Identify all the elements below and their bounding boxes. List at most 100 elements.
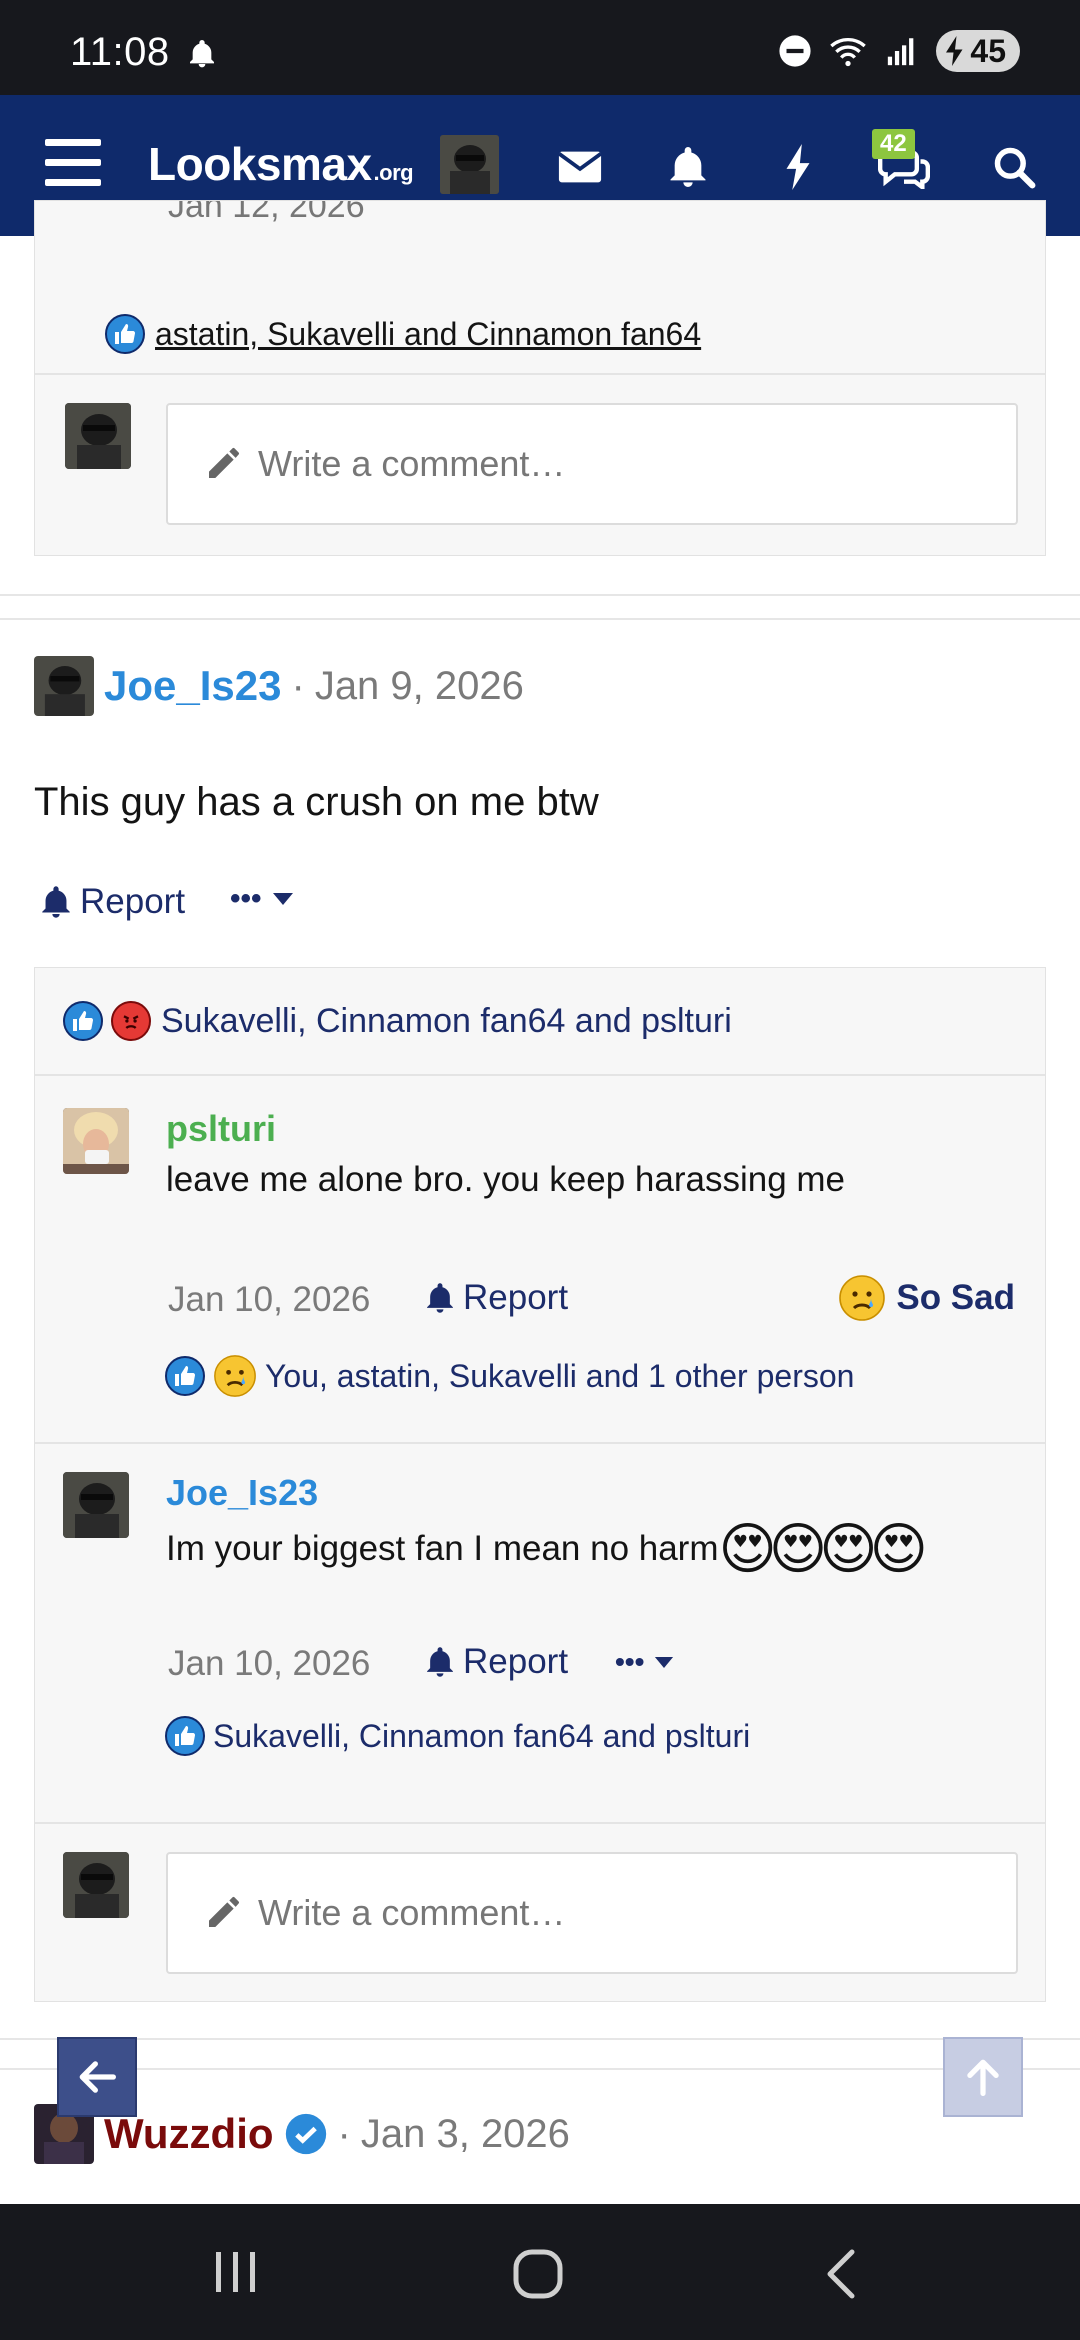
logo-text: Looksmax <box>148 138 372 190</box>
previous-comment-thread: Jan 12, 2026 astatin, Sukavelli and Cinn… <box>34 200 1046 556</box>
site-logo[interactable]: Looksmax.org <box>148 137 414 191</box>
reactors-list[interactable]: astatin, Sukavelli and Cinnamon fan64 <box>155 316 701 353</box>
comment-report-button[interactable]: Report <box>425 1278 568 1318</box>
pencil-icon <box>209 1897 239 1927</box>
report-bell-icon <box>427 1283 453 1313</box>
comment-date[interactable]: Jan 10, 2026 <box>168 1644 370 1684</box>
partial-comment-date: Jan 12, 2026 <box>168 201 365 225</box>
arrow-left-icon <box>79 2061 116 2093</box>
reactors-list[interactable]: Sukavelli, Cinnamon fan64 and pslturi <box>161 1002 732 1041</box>
comment-reaction-summary[interactable]: You, astatin, Sukavelli and 1 other pers… <box>165 1354 854 1398</box>
comment-text-row: Im your biggest fan I mean no harm 😍😍😍😍 <box>166 1516 928 1582</box>
notification-bell-icon <box>190 40 214 68</box>
alerts-bell-icon[interactable] <box>660 139 716 195</box>
battery-indicator: 45 <box>936 30 1020 72</box>
dnd-icon <box>779 35 811 67</box>
verified-badge-icon <box>285 2113 326 2155</box>
pencil-icon <box>209 448 239 478</box>
menu-icon[interactable] <box>45 139 101 187</box>
system-navigation-bar <box>0 2204 1080 2340</box>
signal-icon <box>888 38 914 66</box>
post-author-name[interactable]: Joe_Is23 <box>104 662 281 710</box>
scroll-to-top-button[interactable] <box>943 2037 1023 2117</box>
heart-eyes-emoji: 😍😍😍😍 <box>718 1517 928 1580</box>
comment-text: Im your biggest fan I mean no harm <box>166 1529 719 1568</box>
next-post-date[interactable]: Jan 3, 2026 <box>361 2112 570 2157</box>
commenter-avatar[interactable] <box>63 1108 129 1174</box>
separator <box>35 1074 1045 1076</box>
comment-author[interactable]: Joe_Is23 <box>166 1472 318 1514</box>
report-label: Report <box>80 882 186 921</box>
post-body: This guy has a crush on me btw <box>34 780 599 824</box>
post-divider <box>0 2038 1080 2040</box>
separator <box>35 1442 1045 1444</box>
chevron-down-icon <box>655 1656 674 1668</box>
report-bell-icon <box>427 1647 453 1677</box>
report-button[interactable]: Report <box>40 882 185 922</box>
sad-reaction-icon <box>214 1355 256 1397</box>
comment-more-options-button[interactable]: ••• <box>615 1646 674 1678</box>
comment-date[interactable]: Jan 10, 2026 <box>168 1280 370 1320</box>
write-comment-input[interactable]: Write a comment… <box>166 1852 1018 1974</box>
status-time: 11:08 <box>70 30 170 74</box>
logo-suffix: .org <box>373 160 414 185</box>
like-reaction-icon <box>165 1356 205 1396</box>
mail-icon[interactable] <box>552 139 608 195</box>
battery-level: 45 <box>970 32 1006 69</box>
comment-author[interactable]: pslturi <box>166 1108 276 1150</box>
wifi-icon <box>830 38 867 67</box>
search-icon[interactable] <box>986 139 1042 195</box>
recents-icon[interactable] <box>212 2250 260 2294</box>
comment-reaction-summary[interactable]: Sukavelli, Cinnamon fan64 and pslturi <box>165 1716 750 1756</box>
reactors-list[interactable]: You, astatin, Sukavelli and 1 other pers… <box>265 1358 854 1395</box>
sad-face-icon <box>839 1275 886 1321</box>
reaction-label: So Sad <box>896 1278 1015 1317</box>
post-divider <box>0 2068 1080 2070</box>
comment-report-button[interactable]: Report <box>425 1642 568 1682</box>
chevron-down-icon <box>272 893 293 905</box>
arrow-up-icon <box>967 2059 999 2096</box>
status-bar: 11:08 45 <box>0 0 1080 95</box>
like-reaction-icon <box>105 314 145 354</box>
commenter-avatar[interactable] <box>63 1852 129 1918</box>
post-divider <box>0 618 1080 620</box>
post-date[interactable]: Jan 9, 2026 <box>315 664 524 709</box>
date-separator: · <box>337 2111 351 2156</box>
commenter-avatar[interactable] <box>65 403 131 469</box>
reaction-summary[interactable]: astatin, Sukavelli and Cinnamon fan64 <box>105 299 1005 369</box>
separator <box>35 373 1045 375</box>
post-reaction-summary[interactable]: Sukavelli, Cinnamon fan64 and pslturi <box>63 968 1023 1074</box>
commenter-avatar[interactable] <box>63 1472 129 1538</box>
more-options-button[interactable]: ••• <box>230 882 294 916</box>
back-nav-icon[interactable] <box>822 2248 862 2300</box>
angry-reaction-icon <box>111 1001 151 1041</box>
status-icons: 45 <box>778 30 1020 72</box>
partial-comment-meta: Jan 12, 2026 <box>168 201 365 239</box>
back-button[interactable] <box>57 2037 137 2117</box>
comment-text: leave me alone bro. you keep harassing m… <box>166 1160 846 1199</box>
more-dots: ••• <box>615 1646 645 1677</box>
comment-placeholder: Write a comment… <box>258 1892 566 1933</box>
separator <box>35 1822 1045 1824</box>
date-separator: · <box>291 663 305 708</box>
post-divider <box>0 594 1080 596</box>
post-comments-block: Sukavelli, Cinnamon fan64 and pslturi ps… <box>34 967 1046 2002</box>
charging-icon <box>946 36 963 66</box>
post-header: Joe_Is23 · Jan 9, 2026 <box>34 656 524 716</box>
post-author-avatar[interactable] <box>34 656 94 716</box>
comment-placeholder: Write a comment… <box>258 443 566 484</box>
like-reaction-icon <box>165 1716 205 1756</box>
more-dots: ••• <box>230 882 262 915</box>
report-label: Report <box>463 1278 569 1317</box>
messages-badge: 42 <box>872 129 915 159</box>
home-icon[interactable] <box>512 2248 564 2300</box>
like-reaction-icon <box>63 1001 103 1041</box>
whats-new-lightning-icon[interactable] <box>770 139 826 195</box>
user-avatar[interactable] <box>440 135 499 194</box>
reactors-list[interactable]: Sukavelli, Cinnamon fan64 and pslturi <box>213 1718 750 1755</box>
next-post-author-name[interactable]: Wuzzdio <box>104 2110 274 2158</box>
report-bell-icon <box>42 886 70 918</box>
so-sad-reaction-button[interactable]: So Sad <box>838 1274 1015 1322</box>
write-comment-input[interactable]: Write a comment… <box>166 403 1018 525</box>
report-label: Report <box>463 1642 569 1681</box>
